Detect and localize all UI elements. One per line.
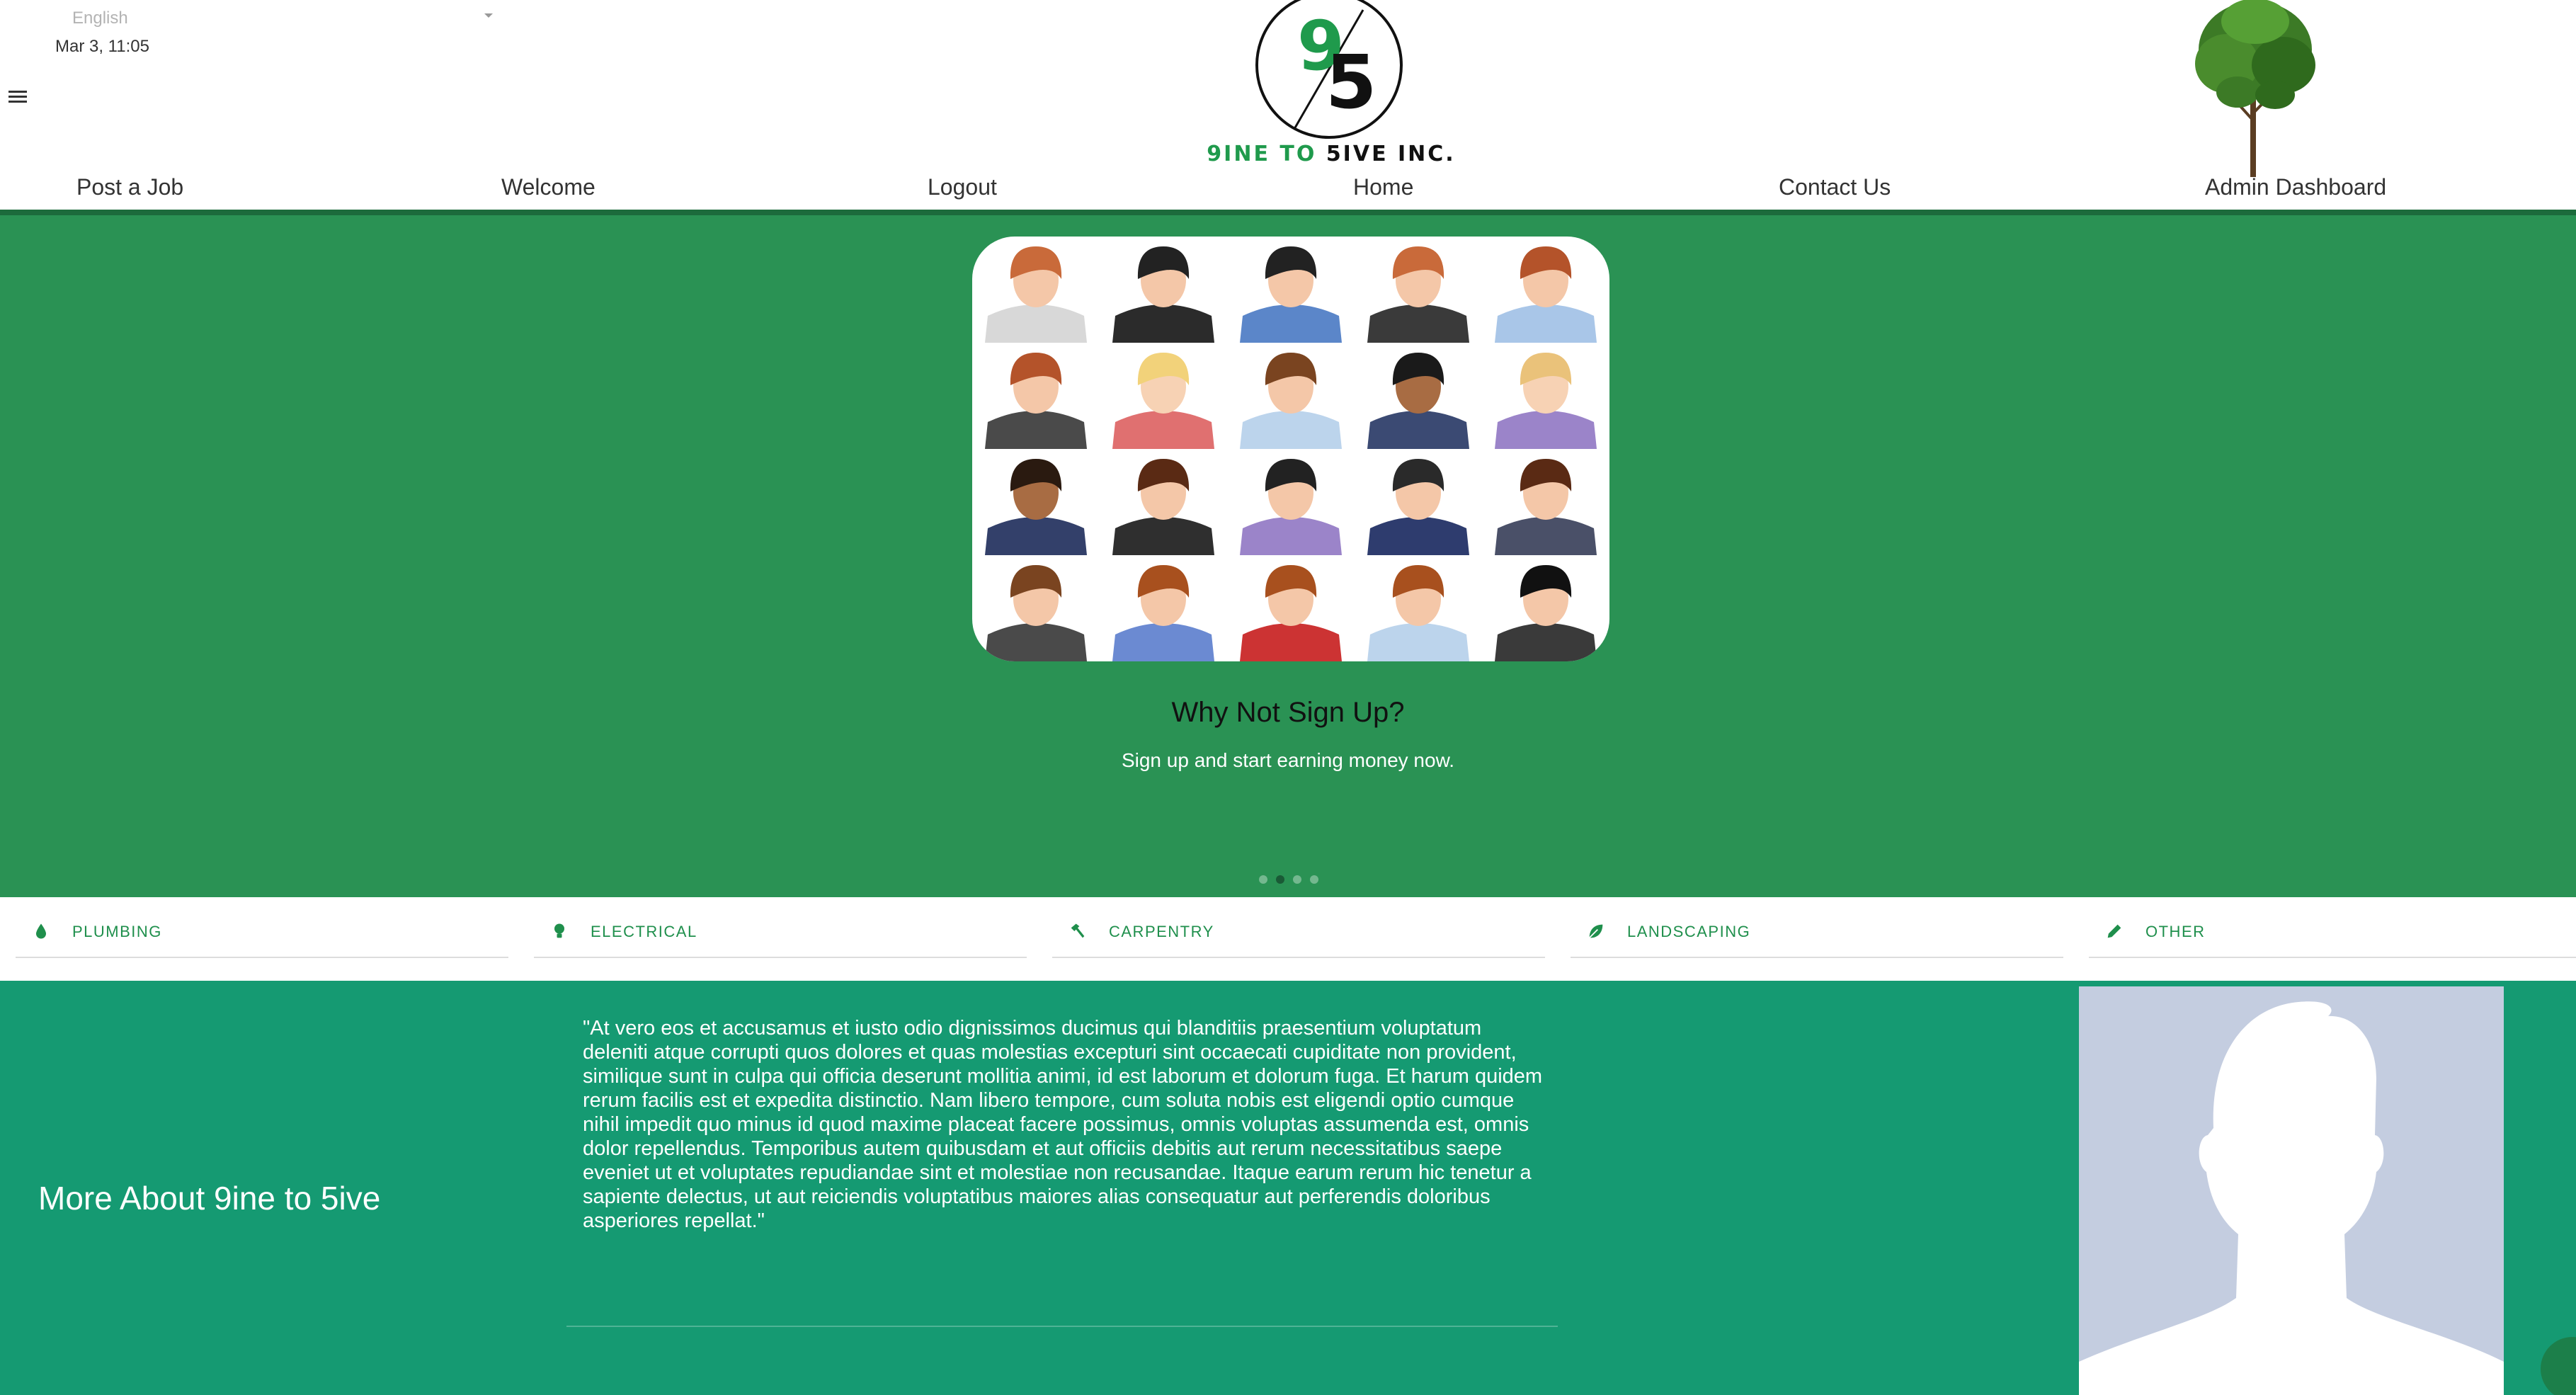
avatar-figure [1240,459,1342,555]
pencil-icon [2107,924,2121,938]
site-header: English Mar 3, 11:05 9 5 9INE TO 5IVE IN… [0,0,2576,215]
nav-post-a-job[interactable]: Post a Job [76,174,183,200]
current-datetime: Mar 3, 11:05 [55,37,149,56]
avatar-figure [1367,353,1469,449]
avatar-figure [1240,246,1342,343]
language-select-value: English [72,8,128,28]
chevron-down-icon [484,13,493,18]
avatar-figure [1112,246,1214,343]
avatar-figure [1112,353,1214,449]
tab-label: LANDSCAPING [1627,923,1751,940]
nav-home[interactable]: Home [1353,174,1413,200]
avatar-figure [985,353,1087,449]
nav-underline [0,210,2576,215]
hammer-icon [1071,923,1085,938]
tab-label: PLUMBING [72,923,162,940]
avatar-figure [1367,565,1469,661]
svg-text:5: 5 [1326,39,1377,125]
tab-other[interactable]: OTHER [2089,897,2576,958]
divider [566,1326,1558,1327]
tab-landscaping[interactable]: LANDSCAPING [1571,897,2063,958]
carousel-dot[interactable] [1310,875,1318,884]
about-quote: "At vero eos et accusamus et iusto odio … [583,1017,1543,1232]
nav-logout[interactable]: Logout [928,174,997,200]
avatar-figure [1495,246,1597,343]
avatar-figure [985,565,1087,661]
nav-welcome[interactable]: Welcome [501,174,595,200]
avatar-figure [1240,565,1342,661]
leaf-icon [1589,924,1603,938]
category-tabs: PLUMBING ELECTRICAL CARPENTRY LANDSCAPIN… [0,897,2576,981]
people-avatars-image [972,237,1609,661]
water-drop-icon [36,923,46,939]
avatar-grid [985,246,1597,661]
avatar-figure [985,459,1087,555]
tab-carpentry[interactable]: CARPENTRY [1052,897,1545,958]
profile-placeholder-image [2079,986,2504,1395]
avatar-figure [1495,353,1597,449]
carousel-indicators [1259,875,1327,884]
avatar-figure [985,246,1087,343]
carousel-dot[interactable] [1259,875,1267,884]
avatar-figure [1367,246,1469,343]
tree-illustration [2195,0,2315,177]
avatar-figure [1495,565,1597,661]
lightbulb-icon [554,923,564,938]
avatar-figure [1112,565,1214,661]
avatar-figure [1495,459,1597,555]
language-select[interactable]: English [50,4,496,30]
company-name: 9INE TO 5IVE INC. [1204,142,1459,166]
nav-admin-dashboard[interactable]: Admin Dashboard [2205,174,2386,200]
main-nav: Post a Job Welcome Logout Home Contact U… [0,169,2576,211]
company-name-green: 9INE TO [1207,142,1317,166]
hero-subtitle: Sign up and start earning money now. [1121,749,1455,771]
nav-contact-us[interactable]: Contact Us [1779,174,1891,200]
tab-label: OTHER [2145,923,2206,940]
hero-carousel: Why Not Sign Up? Sign up and start earni… [0,215,2576,897]
avatar-figure [1240,353,1342,449]
tab-electrical[interactable]: ELECTRICAL [534,897,1027,958]
about-title: More About 9ine to 5ive [38,1180,381,1217]
person-silhouette-icon [2079,1001,2504,1395]
carousel-dot[interactable] [1293,875,1301,884]
carousel-dot[interactable] [1276,875,1284,884]
tab-label: ELECTRICAL [591,923,697,940]
tab-label: CARPENTRY [1109,923,1214,940]
about-section: More About 9ine to 5ive "At vero eos et … [0,981,2576,1395]
hamburger-menu-icon[interactable] [8,88,30,109]
tab-plumbing[interactable]: PLUMBING [16,897,508,958]
company-name-dark: 5IVE INC. [1326,142,1456,166]
hero-title: Why Not Sign Up? [1171,697,1405,728]
avatar-figure [1112,459,1214,555]
avatar-figure [1367,459,1469,555]
